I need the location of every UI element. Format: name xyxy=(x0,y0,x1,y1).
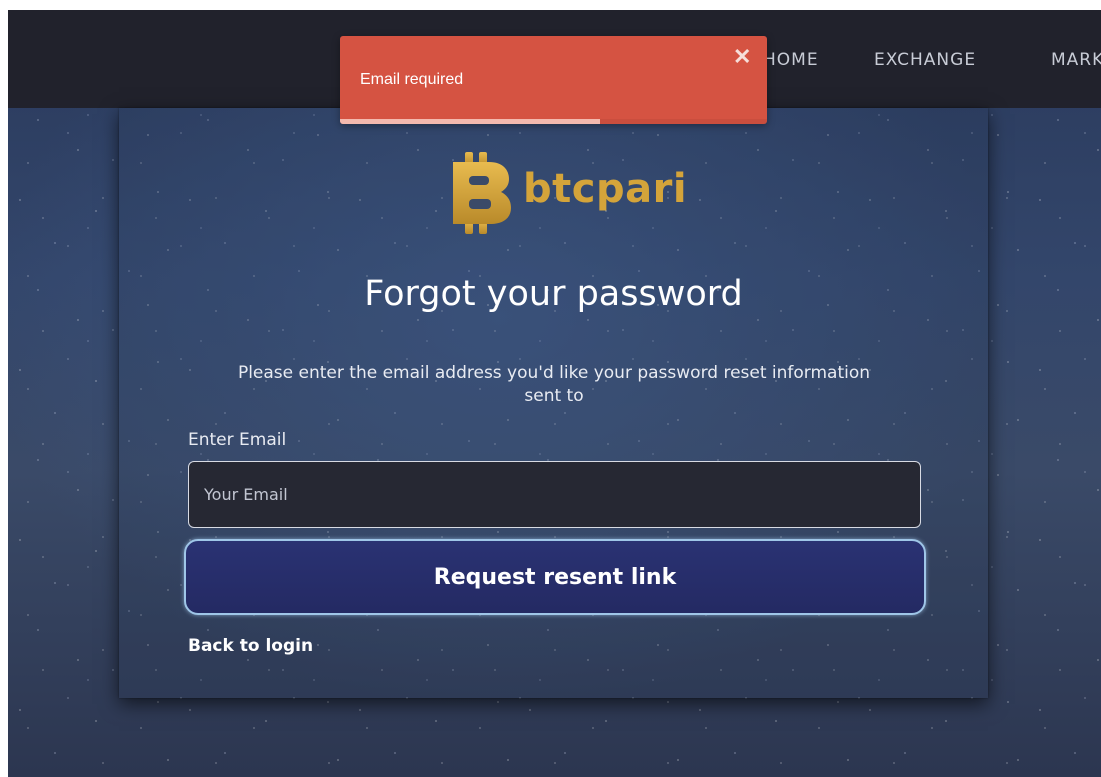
nav-item-home[interactable]: HOME xyxy=(763,50,819,70)
email-label: Enter Email xyxy=(188,430,287,450)
nav-item-exchange[interactable]: EXCHANGE xyxy=(874,50,976,70)
forgot-password-card: btcpari Forgot your password Please ente… xyxy=(119,108,988,698)
brand-logo[interactable]: btcpari xyxy=(449,152,687,234)
page-viewport: HOME EXCHANGE MARKETS btcpari xyxy=(8,10,1101,777)
toast-progress-fill xyxy=(340,119,601,124)
error-toast: Email required ✕ xyxy=(340,36,767,124)
toast-message: Email required xyxy=(360,71,464,88)
email-input[interactable] xyxy=(188,461,921,528)
brand-name: btcpari xyxy=(523,166,688,212)
page-title: Forgot your password xyxy=(364,274,743,314)
instructions-text: Please enter the email address you'd lik… xyxy=(237,363,871,406)
bitcoin-b-icon xyxy=(453,152,511,234)
request-reset-link-button[interactable]: Request resent link xyxy=(184,539,926,615)
toast-progress-bar xyxy=(340,119,767,124)
back-to-login-link[interactable]: Back to login xyxy=(188,636,313,656)
nav-item-markets[interactable]: MARKETS xyxy=(1051,50,1101,70)
close-icon[interactable]: ✕ xyxy=(733,46,751,68)
